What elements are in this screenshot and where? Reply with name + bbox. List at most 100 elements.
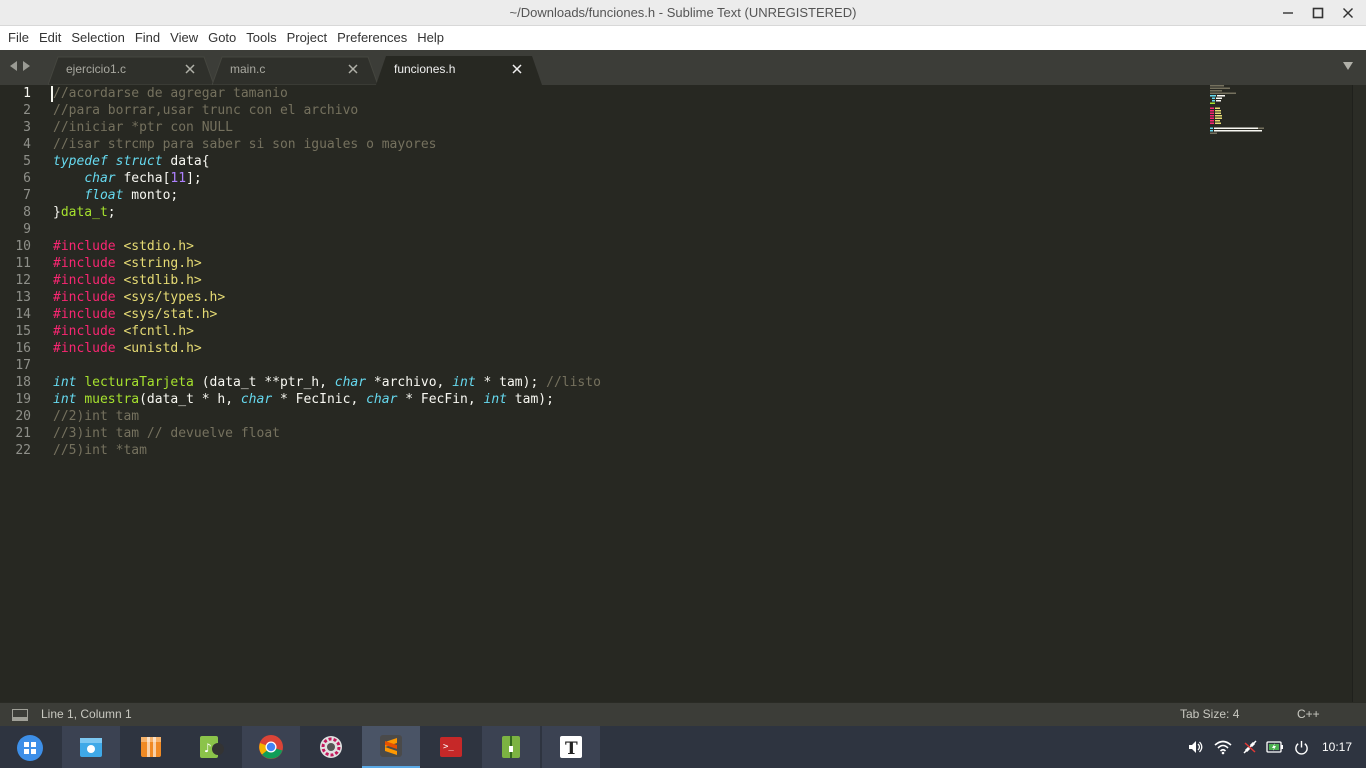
network-tray[interactable] [1240,726,1260,768]
menu-find[interactable]: Find [130,26,165,50]
line-number: 14 [15,307,31,322]
tab-main[interactable]: main.c [212,56,378,85]
code-token: tam); [506,392,554,407]
taskbar-sublime-text[interactable] [362,726,420,768]
code-token: * FecInic, [272,392,367,407]
maximize-button[interactable] [1301,0,1335,26]
taskbar-terminal[interactable]: >_ [422,726,480,768]
minimap[interactable] [1210,85,1352,135]
code-token: //listo [546,375,601,390]
code-line[interactable]: #include <stdlib.h> [53,272,202,289]
code-line[interactable]: int lecturaTarjeta (data_t **ptr_h, char… [53,374,601,391]
battery-tray[interactable] [1264,726,1286,768]
arrow-left-icon[interactable] [8,59,18,73]
volume-tray[interactable] [1186,726,1206,768]
code-token: data_t [60,205,108,220]
code-token: <sys/types.h> [123,290,226,305]
line-number: 7 [23,188,31,203]
line-number: 21 [15,426,31,441]
menu-project[interactable]: Project [282,26,332,50]
code-line[interactable]: #include <stdio.h> [53,238,194,255]
power-tray[interactable] [1291,726,1311,768]
code-token: char [366,392,398,407]
menu-file[interactable]: File [3,26,34,50]
line-number: 8 [23,205,31,220]
menu-goto[interactable]: Goto [203,26,241,50]
taskbar-music-player[interactable]: ♪ [182,726,240,768]
panel-toggle-icon[interactable] [12,709,28,721]
close-window-button[interactable] [1331,0,1365,26]
code-token: #include [53,256,116,271]
code-line[interactable]: float monto; [53,187,178,204]
line-number: 10 [15,239,31,254]
menu-help[interactable]: Help [412,26,449,50]
code-token: //para borrar,usar trunc con el archivo [53,103,359,118]
line-number: 9 [23,222,31,237]
code-line[interactable]: #include <string.h> [53,255,202,272]
menu-preferences[interactable]: Preferences [332,26,412,50]
line-number: 6 [23,171,31,186]
taskbar-archive-manager[interactable] [122,726,180,768]
code-token: //2)int tam [53,409,140,424]
code-line[interactable]: //3)int tam // devuelve float [53,425,280,442]
code-line[interactable]: int muestra(data_t * h, char * FecInic, … [53,391,554,408]
wifi-tray[interactable] [1212,726,1234,768]
code-token: typedef [53,154,108,169]
arrow-right-icon[interactable] [22,59,32,73]
code-line[interactable]: //5)int *tam [53,442,147,459]
code-line[interactable]: //2)int tam [53,408,139,425]
code-token: ; [107,205,116,220]
power-icon [1294,740,1308,755]
tab-bar: ejercicio1.c main.c funciones.h [0,50,1366,85]
code-token: int [483,392,507,407]
code-line[interactable]: typedef struct data{ [53,153,210,170]
taskbar-settings[interactable] [302,726,360,768]
tab-navigation [8,59,38,75]
line-number-gutter: 1 2 3 4 5 6 7 8 9 10 11 12 13 14 15 16 17 18 19 20 21 22 [0,85,44,702]
code-token: #include [53,290,116,305]
code-token: //acordarse de agregar tamanio [53,86,288,101]
close-icon[interactable] [347,63,359,75]
close-icon [1343,8,1353,18]
code-line[interactable]: char fecha[11]; [53,170,201,187]
start-button[interactable] [12,730,48,766]
code-line[interactable]: //para borrar,usar trunc con el archivo [53,102,358,119]
typora-icon: T [560,736,582,759]
tab-list-dropdown-icon[interactable] [1342,61,1354,71]
tab-funciones[interactable]: funciones.h [376,56,542,85]
menu-selection[interactable]: Selection [66,26,129,50]
code-token: *archivo, [366,375,453,390]
menu-view[interactable]: View [165,26,203,50]
code-line[interactable]: }data_t; [53,204,116,221]
tab-ejercicio1[interactable]: ejercicio1.c [48,56,214,85]
menu-edit[interactable]: Edit [34,26,66,50]
code-line[interactable]: //iniciar *ptr con NULL [53,119,233,136]
minimize-button[interactable] [1271,0,1305,26]
menu-tools[interactable]: Tools [241,26,281,50]
clock[interactable]: 10:17 [1322,726,1352,768]
taskbar-chrome[interactable] [242,726,300,768]
code-line[interactable]: #include <unistd.h> [53,340,202,357]
code-line[interactable]: #include <sys/stat.h> [53,306,217,323]
taskbar-archiver[interactable] [482,726,540,768]
code-token: muestra [84,392,140,407]
code-line[interactable]: //isar strcmp para saber si son iguales … [53,136,437,153]
code-line[interactable]: #include <fcntl.h> [53,323,194,340]
line-number: 18 [15,375,31,390]
editor-area[interactable]: 1 2 3 4 5 6 7 8 9 10 11 12 13 14 15 16 17 18 19 20 21 22 //ac… [0,85,1366,702]
tab-size-indicator[interactable]: Tab Size: 4 [1180,703,1239,726]
sublime-text-icon [380,735,402,757]
taskbar-typora[interactable]: T [542,726,600,768]
code-line[interactable]: #include <sys/types.h> [53,289,225,306]
vertical-scrollbar[interactable] [1352,85,1366,702]
code-token: #include [53,341,116,356]
taskbar-file-manager[interactable] [62,726,120,768]
close-icon[interactable] [184,63,196,75]
close-icon[interactable] [511,63,523,75]
syntax-indicator[interactable]: C++ [1297,703,1320,726]
code-token: #include [53,273,116,288]
line-number: 2 [23,103,31,118]
code-line[interactable]: //acordarse de agregar tamanio [53,85,288,102]
